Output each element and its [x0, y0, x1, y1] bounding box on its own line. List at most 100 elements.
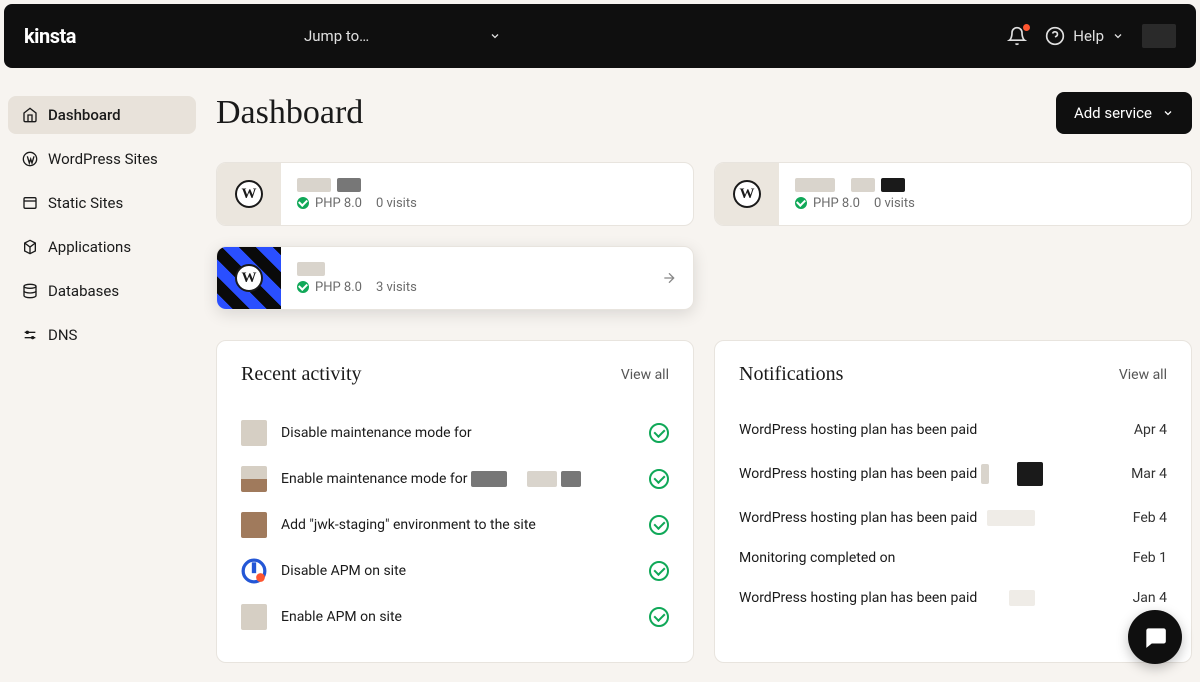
applications-icon	[22, 239, 38, 255]
status-ok-icon	[297, 197, 309, 209]
status-ok-icon	[795, 197, 807, 209]
sidebar-item-label: Databases	[48, 282, 119, 300]
add-service-label: Add service	[1074, 104, 1152, 122]
notification-dot-icon	[1023, 24, 1030, 31]
php-version: PHP 8.0	[315, 196, 362, 211]
jump-to-label: Jump to…	[304, 27, 369, 45]
sidebar-item-dashboard[interactable]: Dashboard	[8, 96, 196, 134]
jump-to-dropdown[interactable]: Jump to…	[304, 27, 501, 45]
chevron-down-icon	[1162, 107, 1174, 119]
success-check-icon	[649, 469, 669, 489]
activity-item[interactable]: Enable APM on site	[241, 594, 669, 640]
sites-grid: W PHP 8.0 0 visits W PHP 8.0 0 visits	[216, 162, 1200, 310]
sidebar-item-static-sites[interactable]: Static Sites	[8, 184, 196, 222]
account-avatar[interactable]	[1142, 24, 1176, 48]
browser-icon	[22, 195, 38, 211]
chevron-down-icon	[489, 30, 501, 42]
database-icon	[22, 283, 38, 299]
panels-row: Recent activity View all Disable mainten…	[216, 340, 1200, 663]
notification-item[interactable]: WordPress hosting plan has been paid Apr…	[739, 410, 1167, 450]
main-content: Dashboard Add service W PHP 8.0 0 visits	[204, 72, 1200, 678]
wordpress-icon: W	[733, 180, 761, 208]
notification-date: Feb 4	[1133, 510, 1167, 526]
wordpress-icon	[22, 151, 38, 167]
notification-item[interactable]: WordPress hosting plan has been paid Feb…	[739, 498, 1167, 538]
arrow-right-icon	[661, 270, 677, 286]
sidebar-item-dns[interactable]: DNS	[8, 316, 196, 354]
site-card[interactable]: W PHP 8.0 0 visits	[216, 162, 694, 226]
site-thumbnail: W	[715, 162, 779, 226]
notifications-bell-button[interactable]	[1007, 26, 1027, 46]
home-icon	[22, 107, 38, 123]
page-header: Dashboard Add service	[216, 92, 1200, 134]
view-all-link[interactable]: View all	[1119, 367, 1167, 383]
activity-item[interactable]: Add "jwk-staging" environment to the sit…	[241, 502, 669, 548]
activity-item[interactable]: Disable maintenance mode for	[241, 410, 669, 456]
php-version: PHP 8.0	[813, 196, 860, 211]
success-check-icon	[649, 607, 669, 627]
notification-text: WordPress hosting plan has been paid	[739, 590, 977, 606]
dns-icon	[22, 327, 38, 343]
sidebar-item-label: DNS	[48, 326, 77, 344]
notification-date: Feb 1	[1133, 550, 1167, 566]
site-thumbnail: W	[217, 246, 281, 310]
notification-item[interactable]: WordPress hosting plan has been paid Jan…	[739, 578, 1167, 618]
logo: kinsta	[24, 24, 304, 48]
activity-thumb-icon	[241, 512, 267, 538]
site-thumbnail: W	[217, 162, 281, 226]
notification-item[interactable]: Monitoring completed on Feb 1	[739, 538, 1167, 578]
success-check-icon	[649, 423, 669, 443]
status-ok-icon	[297, 281, 309, 293]
help-label: Help	[1073, 27, 1104, 45]
sidebar-item-label: Static Sites	[48, 194, 123, 212]
visits-count: 0 visits	[376, 196, 417, 211]
sidebar-item-wordpress-sites[interactable]: WordPress Sites	[8, 140, 196, 178]
chat-help-button[interactable]	[1128, 610, 1182, 664]
activity-text: Disable APM on site	[281, 563, 406, 579]
site-card[interactable]: W PHP 8.0 0 visits	[714, 162, 1192, 226]
panel-title: Notifications	[739, 363, 843, 386]
activity-text: Enable APM on site	[281, 609, 402, 625]
visits-count: 0 visits	[874, 196, 915, 211]
top-header: kinsta Jump to… Help	[4, 4, 1196, 68]
activity-thumb-icon	[241, 420, 267, 446]
activity-thumb-icon	[241, 466, 267, 492]
notification-text: WordPress hosting plan has been paid	[739, 510, 977, 526]
activity-text: Disable maintenance mode for	[281, 425, 472, 441]
notification-date: Apr 4	[1134, 422, 1167, 438]
sidebar-item-label: WordPress Sites	[48, 150, 158, 168]
activity-thumb-icon	[241, 604, 267, 630]
sidebar-item-applications[interactable]: Applications	[8, 228, 196, 266]
notification-text: WordPress hosting plan has been paid	[739, 466, 977, 482]
notification-date: Mar 4	[1131, 466, 1167, 482]
sidebar: Dashboard WordPress Sites Static Sites A…	[0, 72, 204, 678]
activity-text: Enable maintenance mode for	[281, 471, 467, 487]
activity-item[interactable]: Enable maintenance mode for	[241, 456, 669, 502]
wordpress-icon: W	[235, 180, 263, 208]
sidebar-item-label: Applications	[48, 238, 131, 256]
header-right: Help	[1007, 24, 1176, 48]
success-check-icon	[649, 515, 669, 535]
wordpress-icon: W	[235, 264, 263, 292]
notification-date: Jan 4	[1133, 590, 1167, 606]
sidebar-item-label: Dashboard	[48, 106, 121, 124]
page-title: Dashboard	[216, 94, 363, 132]
notification-text: Monitoring completed on	[739, 550, 895, 566]
activity-text: Add "jwk-staging" environment to the sit…	[281, 517, 536, 533]
success-check-icon	[649, 561, 669, 581]
panel-title: Recent activity	[241, 363, 362, 386]
notification-text: WordPress hosting plan has been paid	[739, 422, 977, 438]
activity-item[interactable]: Disable APM on site	[241, 548, 669, 594]
site-card[interactable]: W PHP 8.0 3 visits	[216, 246, 694, 310]
view-all-link[interactable]: View all	[621, 367, 669, 383]
php-version: PHP 8.0	[315, 280, 362, 295]
apm-icon	[241, 558, 267, 584]
notifications-panel: Notifications View all WordPress hosting…	[714, 340, 1192, 663]
notification-item[interactable]: WordPress hosting plan has been paid Mar…	[739, 450, 1167, 498]
recent-activity-panel: Recent activity View all Disable mainten…	[216, 340, 694, 663]
sidebar-item-databases[interactable]: Databases	[8, 272, 196, 310]
chevron-down-icon	[1112, 30, 1124, 42]
add-service-button[interactable]: Add service	[1056, 92, 1192, 134]
chat-bubble-icon	[1142, 624, 1168, 650]
help-dropdown[interactable]: Help	[1045, 26, 1124, 46]
